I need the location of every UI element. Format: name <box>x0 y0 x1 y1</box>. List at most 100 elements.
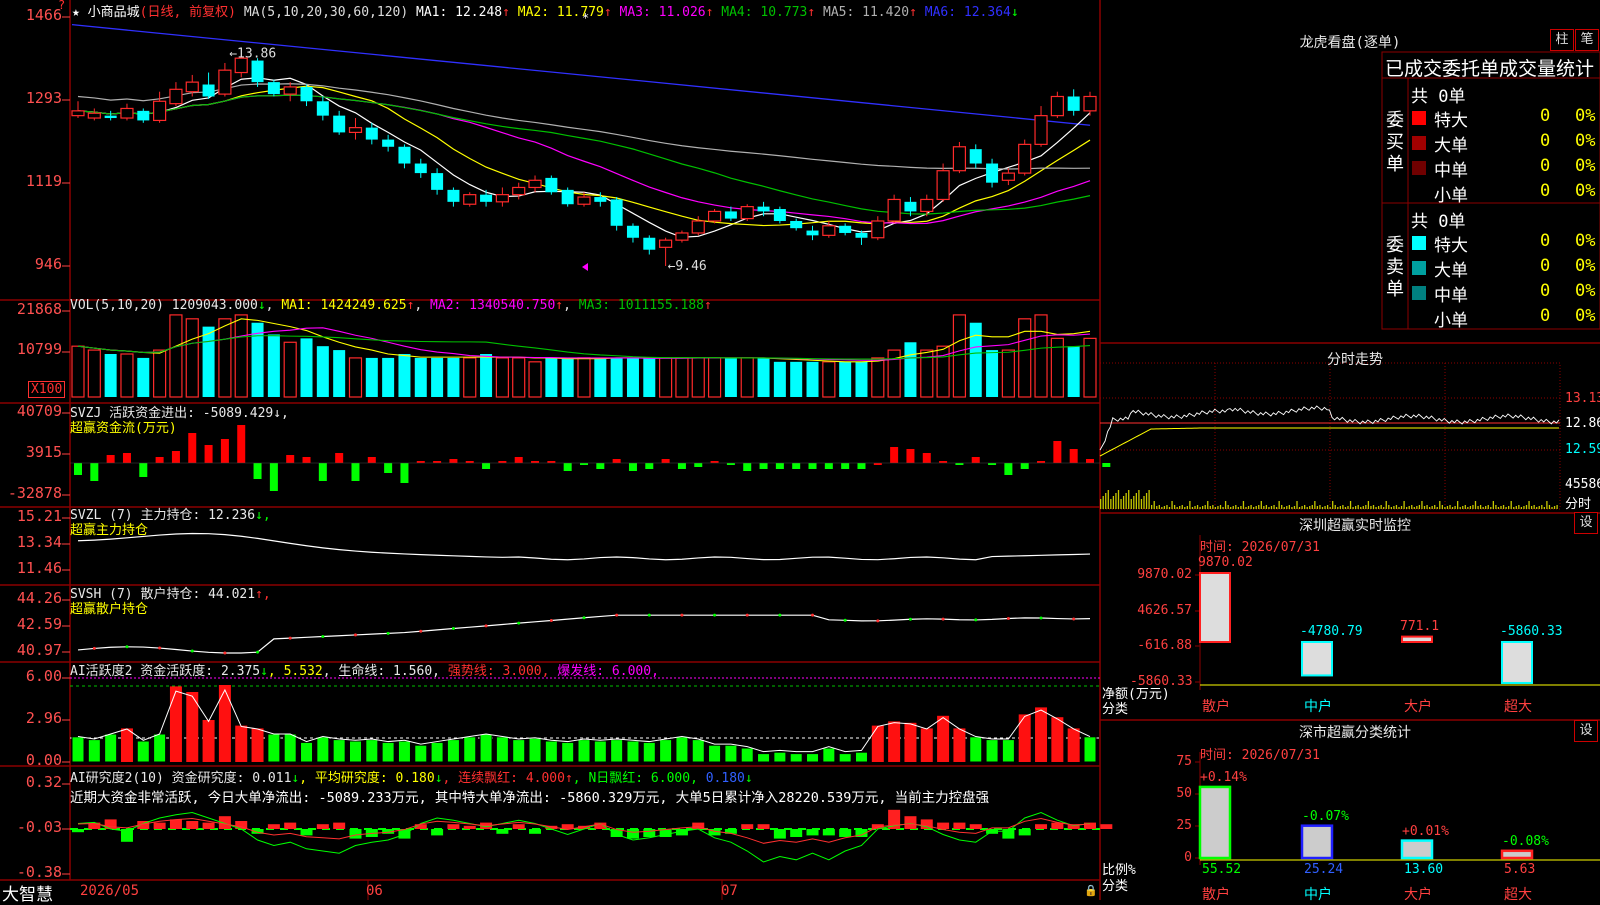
intraday-vol-bar <box>1191 507 1194 509</box>
intraday-vol-bar <box>1385 501 1387 509</box>
intraday-vol-bar <box>1418 505 1421 509</box>
sell-total: 共 0单 <box>1411 212 1466 232</box>
sz-bar <box>1199 572 1231 643</box>
bar-mode-button[interactable]: 柱 <box>1550 29 1574 51</box>
ai2-last: 0.180 <box>697 771 745 786</box>
candle-up <box>871 220 885 239</box>
tick-mode-button[interactable]: 笔 <box>1575 29 1599 51</box>
fund-flow-bar <box>335 453 344 463</box>
ss-settings-button[interactable]: 设 <box>1574 720 1598 742</box>
candle-down <box>986 163 999 183</box>
vol-bar-down <box>610 357 623 397</box>
research-bar <box>169 819 182 829</box>
research-bar <box>512 824 525 829</box>
intraday-vol-bar <box>1316 506 1319 509</box>
vol-bar-down <box>986 350 999 397</box>
fund-flow-bar <box>726 463 735 465</box>
ss-y-tick: 75 <box>1176 754 1192 769</box>
candle-down <box>365 127 378 140</box>
intraday-vol-bar <box>1117 490 1120 509</box>
intraday-vol-bar <box>1329 507 1331 509</box>
intraday-vol-bar <box>1168 507 1171 509</box>
vol-bar-up <box>71 345 85 398</box>
order-p: 0% <box>1575 256 1596 276</box>
activity-bar <box>300 741 314 763</box>
svsh-dot <box>419 629 423 633</box>
intraday-vol-bar <box>1508 506 1510 509</box>
candle-down <box>643 237 656 250</box>
period-label[interactable]: (日线, 前复权) <box>140 5 236 20</box>
order-p: 0% <box>1575 181 1596 201</box>
intraday-vol-bar <box>1434 505 1436 509</box>
candle-up <box>528 179 542 189</box>
intraday-vol-bar <box>1309 506 1311 509</box>
activity-bar <box>218 685 231 762</box>
lock-icon[interactable]: 🔒 <box>1084 884 1098 897</box>
activity-bar <box>348 740 362 763</box>
ai2-red: , 连续飘红: 4.000 <box>442 771 565 786</box>
ss-bar-pct: 13.60 <box>1404 862 1444 877</box>
candle-up <box>1050 95 1064 117</box>
svsh-dot <box>811 613 815 617</box>
candle-down <box>104 115 117 119</box>
research-bar <box>186 821 199 829</box>
activity-bar <box>920 728 933 762</box>
intraday-vol-bar <box>1270 506 1273 509</box>
intraday-vol-bar <box>1423 506 1426 509</box>
fund-flow-bar <box>465 461 474 463</box>
fund-flow-bar <box>710 461 719 463</box>
intraday-vol-bar <box>1107 490 1109 509</box>
intraday-vol-bar <box>1184 507 1186 509</box>
ai1-v3: , 生命线: 1.560, <box>322 664 440 679</box>
sz-settings-button[interactable]: 设 <box>1574 512 1598 534</box>
svsh-dot <box>615 613 619 617</box>
intraday-vol-bar <box>1467 507 1469 509</box>
vol-unit-button[interactable]: X100 <box>28 381 66 398</box>
fund-flow-bar <box>971 457 980 463</box>
activity-bar <box>414 744 428 763</box>
intraday-vol-bar <box>1217 506 1219 509</box>
main-y-tick: 946 <box>34 255 62 273</box>
intraday-vol-bar <box>1449 505 1451 509</box>
order-p: 0% <box>1575 131 1596 151</box>
research-bar <box>267 824 280 829</box>
research-bar <box>284 822 297 829</box>
intraday-vol-bar <box>1319 505 1321 509</box>
intraday-vol-bar <box>1408 506 1410 509</box>
activity-bar <box>397 740 411 763</box>
vol-bar-up <box>169 314 183 398</box>
sz-category: 超大 <box>1504 699 1532 715</box>
ss-bar <box>1500 849 1534 860</box>
ss-bar-pct: 25.24 <box>1304 862 1344 877</box>
fund-flow-bar <box>220 439 229 463</box>
fund-flow-bar <box>1069 449 1078 463</box>
svsh-y-tick: 42.59 <box>16 615 62 633</box>
sz-bar-value: -4780.79 <box>1300 624 1363 639</box>
intraday-vol-bar <box>1523 506 1525 509</box>
fund-flow-bar <box>139 463 148 477</box>
activity-bar <box>283 733 297 763</box>
candle-down <box>202 84 215 97</box>
question-mark[interactable]: ? <box>58 0 65 12</box>
ai2-y-tick: -0.03 <box>16 818 62 836</box>
intraday-vol-bar <box>1421 501 1423 509</box>
activity-bar <box>365 739 379 763</box>
candle-down <box>969 149 982 164</box>
svsh-dot <box>647 613 651 617</box>
candle-up <box>952 146 967 172</box>
intraday-vol-bar <box>1416 506 1418 509</box>
vol-ma1-arrow: ↑ <box>406 298 415 313</box>
vol-bar-up <box>463 357 477 398</box>
research-bar <box>1018 829 1031 836</box>
stats-tabs[interactable]: 已成交委托单成交量统计 <box>1385 54 1594 81</box>
fund-flow-bar <box>74 463 82 475</box>
research-bar <box>153 822 166 829</box>
activity-bar <box>904 722 917 762</box>
intraday-vol-bar <box>1500 506 1502 509</box>
intraday-vol-bar <box>1553 506 1556 509</box>
star-icon[interactable]: ★ <box>72 5 80 20</box>
brand-logo[interactable]: 大智慧 <box>2 880 53 905</box>
fund-flow-bar <box>824 463 833 469</box>
candle-up <box>920 198 934 213</box>
candle-up <box>283 86 297 95</box>
